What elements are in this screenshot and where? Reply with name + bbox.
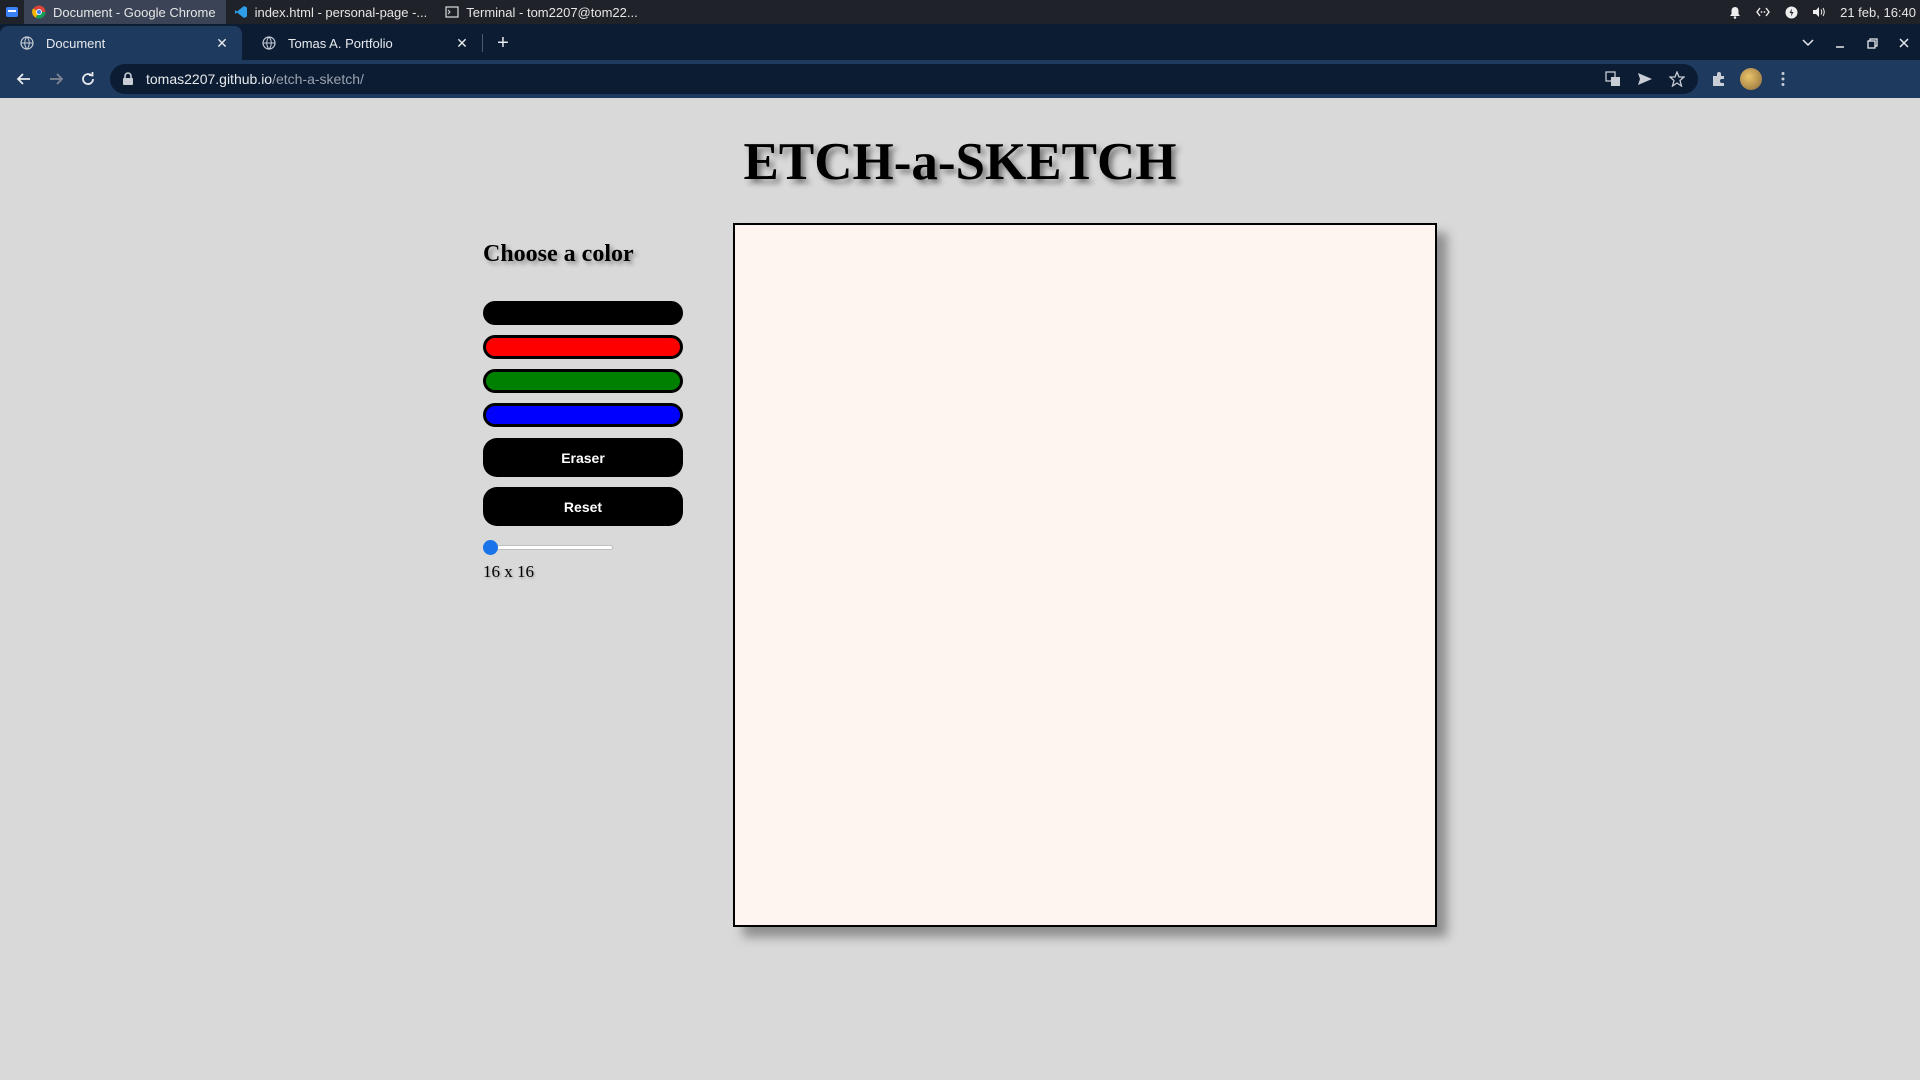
bookmark-star-icon[interactable] <box>1668 70 1686 88</box>
reload-icon[interactable] <box>72 63 104 95</box>
globe-icon <box>262 36 276 50</box>
power-icon[interactable] <box>1784 5 1798 19</box>
tab-divider <box>482 34 483 52</box>
color-button-green[interactable] <box>483 369 683 393</box>
terminal-icon <box>445 5 459 19</box>
lock-icon[interactable] <box>122 72 136 86</box>
forward-arrow-icon[interactable] <box>40 63 72 95</box>
page-content: ETCH-a-SKETCH Choose a color Eraser Rese… <box>0 98 1920 1080</box>
chrome-icon <box>32 5 46 19</box>
globe-icon <box>20 36 34 50</box>
taskbar-item-vscode[interactable]: index.html - personal-page -... <box>226 0 438 24</box>
back-arrow-icon[interactable] <box>8 63 40 95</box>
close-window-icon[interactable] <box>1888 28 1920 58</box>
tab-search-icon[interactable] <box>1792 28 1824 58</box>
controls-panel: Choose a color Eraser Reset 16 x 16 <box>483 241 683 582</box>
volume-icon[interactable] <box>1812 5 1826 19</box>
browser-tab-strip: Document ✕ Tomas A. Portfolio ✕ + <box>0 24 1920 60</box>
taskbar-item-label: Terminal - tom2207@tom22... <box>466 4 638 20</box>
more-menu-icon[interactable] <box>1772 68 1794 90</box>
translate-icon[interactable] <box>1604 70 1622 88</box>
choose-color-heading: Choose a color <box>483 241 634 267</box>
grid-size-slider[interactable] <box>483 540 613 555</box>
taskbar-item-chrome[interactable]: Document - Google Chrome <box>24 0 226 24</box>
color-button-red[interactable] <box>483 335 683 359</box>
minimize-icon[interactable] <box>1824 28 1856 58</box>
grid-size-label: 16 x 16 <box>483 562 534 581</box>
vscode-icon <box>234 5 248 19</box>
send-icon[interactable] <box>1636 70 1654 88</box>
window-controls <box>1792 26 1920 60</box>
system-tray: 21 feb, 16:40 <box>1728 5 1920 20</box>
new-tab-button[interactable]: + <box>489 29 517 57</box>
url-host: tomas2207.github.io <box>146 71 273 87</box>
sketch-canvas[interactable] <box>733 223 1437 927</box>
tab-portfolio[interactable]: Tomas A. Portfolio ✕ <box>242 26 482 60</box>
start-menu-icon[interactable] <box>0 0 24 24</box>
color-button-blue[interactable] <box>483 403 683 427</box>
slider-thumb[interactable] <box>483 540 498 555</box>
tab-document[interactable]: Document ✕ <box>0 26 242 60</box>
close-tab-icon[interactable]: ✕ <box>454 35 470 51</box>
taskbar-item-terminal[interactable]: Terminal - tom2207@tom22... <box>437 0 647 24</box>
tab-label: Tomas A. Portfolio <box>288 35 393 51</box>
address-bar[interactable]: tomas2207.github.io/etch-a-sketch/ <box>110 64 1698 94</box>
network-icon[interactable] <box>1756 5 1770 19</box>
restore-icon[interactable] <box>1856 28 1888 58</box>
slider-track <box>483 545 613 550</box>
bell-icon[interactable] <box>1728 5 1742 19</box>
taskbar-item-label: index.html - personal-page -... <box>254 4 428 20</box>
close-tab-icon[interactable]: ✕ <box>214 35 230 51</box>
page-title: ETCH-a-SKETCH <box>743 133 1177 191</box>
extensions-puzzle-icon[interactable] <box>1708 68 1730 90</box>
url-path: /etch-a-sketch/ <box>272 71 364 87</box>
reset-button[interactable]: Reset <box>483 487 683 526</box>
color-button-black[interactable] <box>483 301 683 325</box>
tab-label: Document <box>46 35 106 51</box>
browser-toolbar: tomas2207.github.io/etch-a-sketch/ <box>0 60 1920 98</box>
profile-avatar[interactable] <box>1740 68 1762 90</box>
os-taskbar: Document - Google Chrome index.html - pe… <box>0 0 1920 24</box>
eraser-button[interactable]: Eraser <box>483 438 683 477</box>
clock[interactable]: 21 feb, 16:40 <box>1840 5 1916 20</box>
toolbar-actions <box>1708 68 1794 90</box>
taskbar-item-label: Document - Google Chrome <box>53 4 216 20</box>
